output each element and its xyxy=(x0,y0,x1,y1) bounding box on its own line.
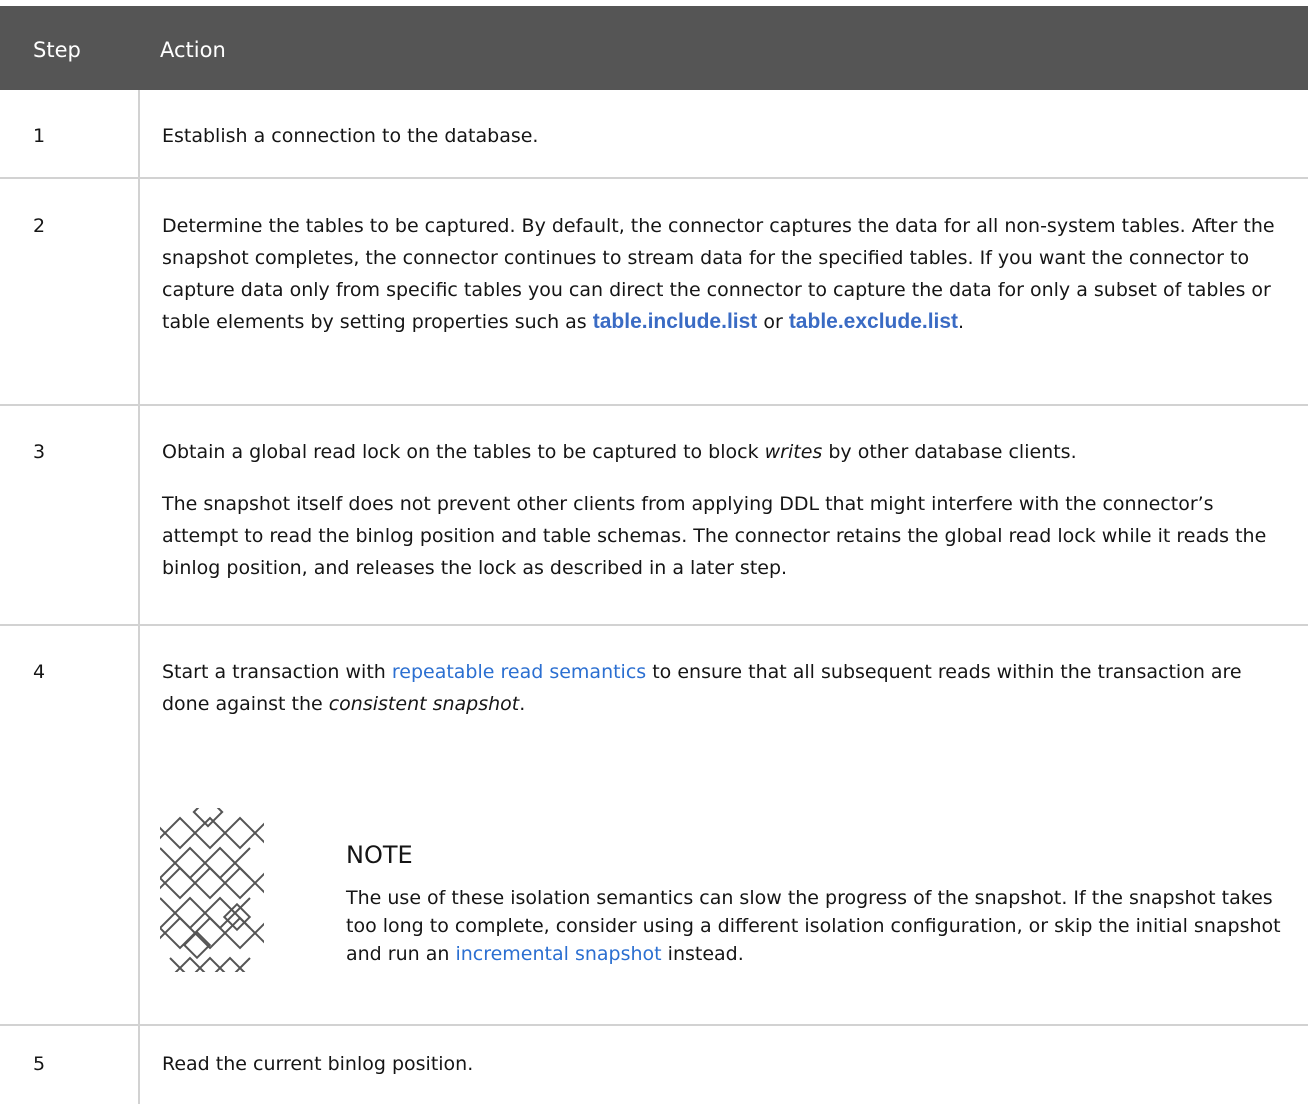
step-number: 5 xyxy=(33,1053,46,1075)
step-text: Start a transaction with repeatable read… xyxy=(162,656,1290,720)
step-action: Start a transaction with repeatable read… xyxy=(162,656,1290,720)
emphasis-writes: writes xyxy=(764,441,823,463)
note-icon xyxy=(160,808,264,972)
text-segment: . xyxy=(958,311,965,333)
row-divider xyxy=(0,404,1308,406)
incremental-snapshot-link[interactable]: incremental snapshot xyxy=(455,943,661,965)
text-segment: Start a transaction with xyxy=(162,661,392,683)
step-text: Read the current binlog position. xyxy=(162,1053,474,1075)
text-segment: by other database clients. xyxy=(822,441,1077,463)
emphasis-consistent-snapshot: consistent snapshot xyxy=(328,693,520,715)
step-text: Establish a connection to the database. xyxy=(162,125,539,147)
text-segment: or xyxy=(757,311,789,333)
step-number: 4 xyxy=(33,661,46,683)
row-divider xyxy=(0,177,1308,179)
code-table-exclude-list: table.exclude.list xyxy=(788,310,959,333)
text-segment: Obtain a global read lock on the tables … xyxy=(162,441,765,463)
step-number: 1 xyxy=(33,125,46,147)
text-segment: . xyxy=(519,693,526,715)
text-segment: instead. xyxy=(661,943,744,965)
step-text: The snapshot itself does not prevent oth… xyxy=(162,493,1267,579)
note-title: NOTE xyxy=(346,841,413,869)
step-number: 2 xyxy=(33,215,46,237)
note-body: The use of these isolation semantics can… xyxy=(346,884,1291,968)
step-text: Obtain a global read lock on the tables … xyxy=(162,436,1290,468)
step-action: Establish a connection to the database. xyxy=(162,120,1290,152)
table-header-row: Step Action xyxy=(0,6,1308,90)
header-step: Step xyxy=(33,38,81,62)
step-action: Read the current binlog position. xyxy=(162,1048,1290,1080)
header-action: Action xyxy=(160,38,226,62)
row-divider xyxy=(0,624,1308,626)
code-table-include-list: table.include.list xyxy=(592,310,758,333)
row-divider xyxy=(0,1024,1308,1026)
repeatable-read-link[interactable]: repeatable read semantics xyxy=(392,661,646,683)
step-number: 3 xyxy=(33,441,46,463)
step-action: Determine the tables to be captured. By … xyxy=(162,210,1290,338)
column-divider xyxy=(138,90,140,1104)
step-text: Determine the tables to be captured. By … xyxy=(162,210,1290,338)
step-action: Obtain a global read lock on the tables … xyxy=(162,436,1290,584)
